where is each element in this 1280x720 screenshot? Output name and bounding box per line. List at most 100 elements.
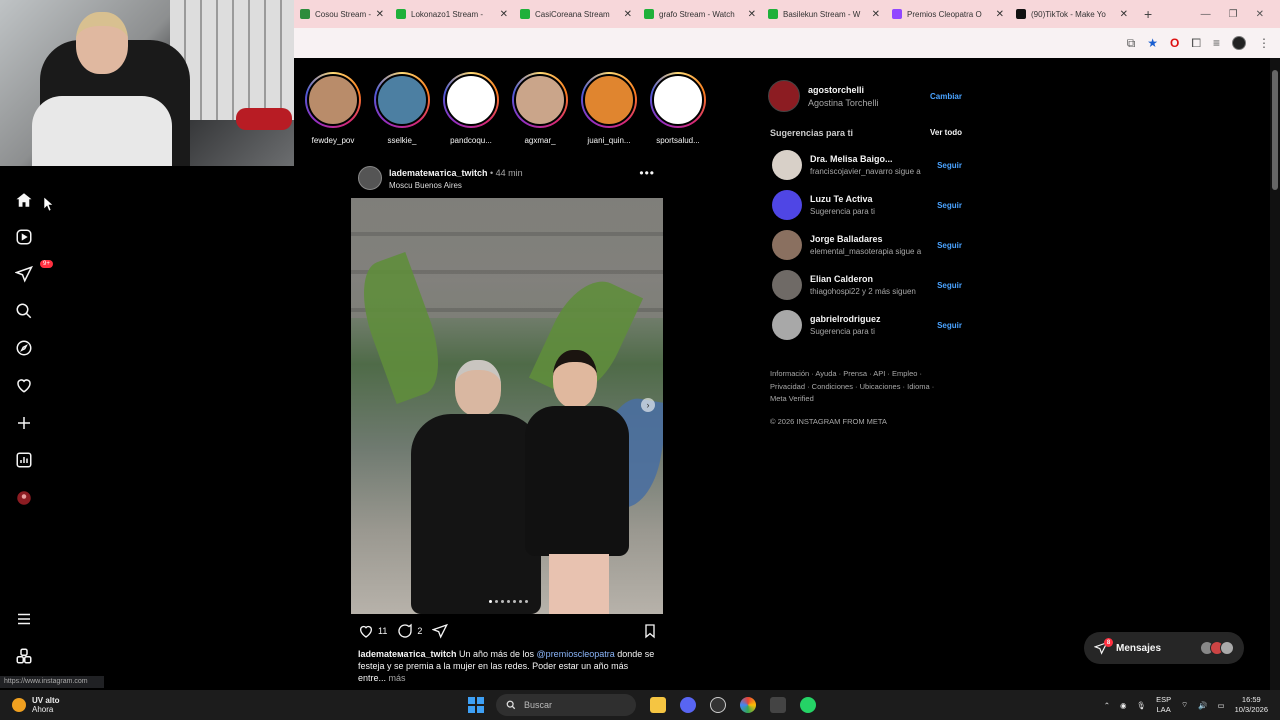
maximize-icon[interactable]: ❐ (1229, 9, 1238, 20)
follow-button[interactable]: Seguir (937, 161, 962, 170)
language-indicator[interactable]: ESP LAA (1156, 695, 1171, 715)
comment-bubble-icon[interactable] (397, 623, 413, 639)
share-send-icon[interactable] (432, 623, 449, 639)
suggestion-username[interactable]: Elian Calderon (810, 274, 873, 284)
story-item[interactable]: pandcoqu... (442, 72, 500, 145)
post-author-username[interactable]: lademateматica_twitch (389, 168, 488, 178)
suggestion-avatar[interactable] (772, 190, 802, 220)
create-plus-icon[interactable] (14, 413, 34, 433)
follow-button[interactable]: Seguir (937, 281, 962, 290)
page-scrollbar[interactable] (1270, 58, 1280, 690)
follow-button[interactable]: Seguir (937, 321, 962, 330)
notifications-heart-icon[interactable] (14, 375, 34, 395)
streamlabs-icon[interactable] (770, 697, 786, 713)
caption-mention[interactable]: @premioscleopatra (537, 649, 615, 659)
story-item[interactable]: sportsalud... (649, 72, 707, 145)
story-item[interactable]: agxmar_ (511, 72, 569, 145)
close-tab-icon[interactable]: ✕ (376, 9, 384, 20)
close-tab-icon[interactable]: ✕ (996, 9, 1004, 20)
dashboard-chart-icon[interactable] (14, 450, 34, 470)
browser-tab[interactable]: Lokonazo1 Stream - ✕ (390, 0, 514, 28)
explore-compass-icon[interactable] (14, 338, 34, 358)
bookmark-star-icon[interactable]: ★ (1147, 36, 1158, 50)
post-location[interactable]: Moscu Buenos Aires (389, 181, 462, 190)
scrollbar-thumb[interactable] (1272, 70, 1278, 190)
discord-icon[interactable] (680, 697, 696, 713)
weather-widget[interactable]: UV alto Ahora (0, 696, 460, 714)
browser-tab[interactable]: grafo Stream - Watch ✕ (638, 0, 762, 28)
browser-tab[interactable]: (90)TikTok - Make Yo ✕ (1010, 0, 1134, 28)
suggestion-avatar[interactable] (772, 310, 802, 340)
home-icon[interactable] (14, 190, 34, 210)
status-url-hint: https://www.instagram.com (0, 676, 104, 688)
close-tab-icon[interactable]: ✕ (500, 9, 508, 20)
whatsapp-icon[interactable] (800, 697, 816, 713)
follow-button[interactable]: Seguir (937, 201, 962, 210)
chrome-icon[interactable] (740, 697, 756, 713)
caption-more-link[interactable]: más (386, 673, 406, 683)
search-icon[interactable] (14, 301, 34, 321)
current-account-username[interactable]: agostorchelli (808, 85, 864, 95)
see-all-button[interactable]: Ver todo (930, 128, 962, 138)
messages-badge: 8 (1104, 638, 1113, 647)
threads-apps-icon[interactable] (14, 646, 34, 666)
close-tab-icon[interactable]: ✕ (748, 9, 756, 20)
windows-start-icon[interactable] (468, 697, 484, 713)
save-bookmark-icon[interactable] (642, 623, 658, 639)
volume-icon[interactable]: 🔊 (1198, 701, 1207, 710)
new-tab-button[interactable]: + (1134, 6, 1162, 22)
microphone-icon[interactable]: 🎙 (1137, 701, 1147, 710)
tray-overflow-icon[interactable]: ⌃ (1104, 701, 1110, 710)
close-tab-icon[interactable]: ✕ (624, 9, 632, 20)
battery-icon[interactable]: ▭ (1218, 701, 1225, 710)
story-avatar (376, 74, 428, 126)
minimize-icon[interactable]: — (1201, 9, 1211, 20)
close-tab-icon[interactable]: ✕ (872, 9, 880, 20)
extensions-icon[interactable]: ⧠ (1191, 36, 1201, 51)
post-author-avatar[interactable] (358, 166, 382, 190)
suggestion-avatar[interactable] (772, 230, 802, 260)
suggestion-username[interactable]: gabrielrodriguez (810, 314, 881, 324)
current-account-avatar[interactable] (768, 80, 800, 112)
install-app-icon[interactable]: ⧉ (1127, 36, 1136, 51)
close-tab-icon[interactable]: ✕ (1120, 9, 1128, 20)
file-explorer-icon[interactable] (650, 697, 666, 713)
story-item[interactable]: fewdey_pov (304, 72, 362, 145)
post-options-icon[interactable]: ••• (639, 166, 655, 180)
story-item[interactable]: sselkie_ (373, 72, 431, 145)
obs-icon[interactable] (710, 697, 726, 713)
suggestion-username[interactable]: Jorge Balladares (810, 234, 883, 244)
like-count[interactable]: 11 (378, 626, 387, 636)
switch-account-button[interactable]: Cambiar (930, 92, 962, 101)
messages-button[interactable]: 8 Mensajes (1084, 632, 1244, 664)
browser-tab[interactable]: CasiCoreana Stream ✕ (514, 0, 638, 28)
wifi-icon[interactable]: ⌔ (1181, 700, 1188, 710)
browser-tab[interactable]: Basilekun Stream - W ✕ (762, 0, 886, 28)
post-photo[interactable]: › (351, 198, 663, 614)
reels-icon[interactable] (14, 227, 34, 247)
caption-username[interactable]: lademateматica_twitch (358, 649, 457, 659)
follow-button[interactable]: Seguir (937, 241, 962, 250)
browser-menu-icon[interactable]: ⋮ (1258, 36, 1270, 50)
reading-list-icon[interactable]: ≡ (1213, 36, 1220, 50)
suggestion-avatar[interactable] (772, 150, 802, 180)
like-heart-icon[interactable] (358, 623, 374, 639)
opera-icon[interactable]: O (1170, 36, 1179, 50)
carousel-next-icon[interactable]: › (641, 398, 655, 412)
suggestion-username[interactable]: Dra. Melisa Baigo... (810, 154, 893, 164)
suggestion-avatar[interactable] (772, 270, 802, 300)
comment-count[interactable]: 2 (417, 626, 422, 636)
story-item[interactable]: juani_quin... (580, 72, 638, 145)
taskbar-search[interactable]: Buscar (496, 694, 636, 716)
profile-avatar-icon[interactable] (1232, 36, 1246, 50)
browser-tab[interactable]: Premios Cleopatra O ✕ (886, 0, 1010, 28)
network-icon[interactable]: ◉ (1120, 701, 1127, 710)
browser-tab[interactable]: Cosou Stream - W ✕ (294, 0, 390, 28)
close-window-icon[interactable]: ✕ (1256, 9, 1264, 20)
direct-messages-icon[interactable]: 9+ (14, 260, 53, 284)
suggestion-username[interactable]: Luzu Te Activa (810, 194, 873, 204)
clock[interactable]: 16:59 10/3/2026 (1235, 695, 1268, 715)
footer-links[interactable]: Información · Ayuda · Prensa · API · Emp… (770, 368, 950, 406)
profile-avatar-icon[interactable] (14, 488, 34, 508)
more-menu-icon[interactable] (14, 609, 34, 629)
